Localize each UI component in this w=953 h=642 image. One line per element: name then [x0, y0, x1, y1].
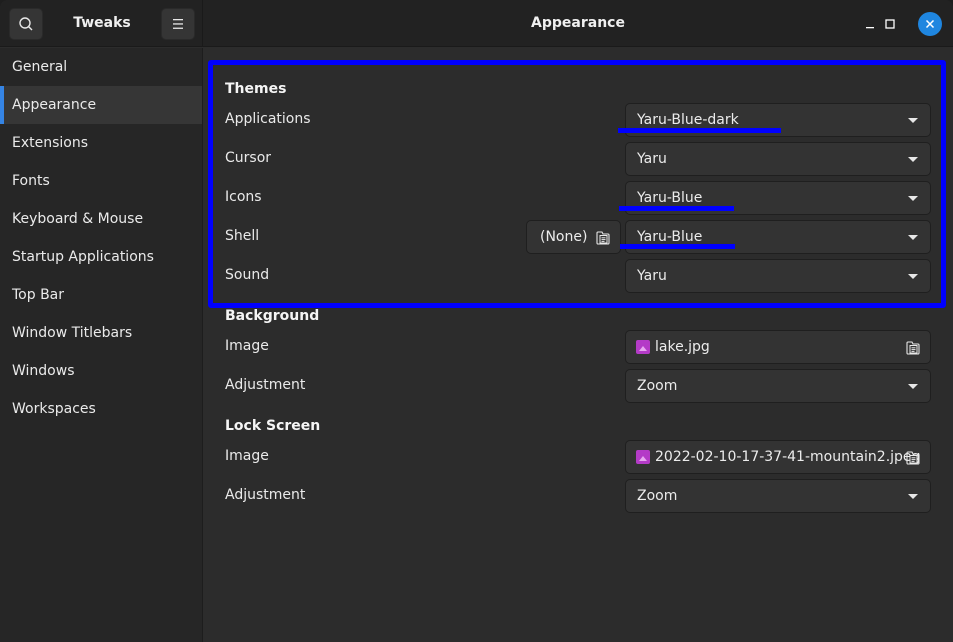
dropdown-value: Yaru-Blue-dark: [637, 112, 739, 128]
document-open-icon: [596, 231, 610, 245]
background-adjustment-dropdown[interactable]: Zoom: [625, 369, 931, 403]
sidebar-item-workspaces[interactable]: Workspaces: [0, 390, 202, 428]
dropdown-arrow-icon: [908, 157, 918, 162]
maximize-icon: [885, 19, 895, 29]
sidebar-item-label: Startup Applications: [12, 249, 154, 265]
applications-label: Applications: [225, 111, 311, 127]
image-file-icon: [636, 340, 650, 354]
sidebar-item-top-bar[interactable]: Top Bar: [0, 276, 202, 314]
sidebar-item-label: Extensions: [12, 135, 89, 151]
sound-theme-dropdown[interactable]: Yaru: [625, 259, 931, 293]
sidebar-item-label: Fonts: [12, 173, 50, 189]
dropdown-arrow-icon: [908, 384, 918, 389]
sidebar-item-label: Windows: [12, 363, 75, 379]
search-button[interactable]: [9, 8, 43, 40]
sidebar-item-label: Appearance: [12, 97, 97, 113]
applications-underline-annotation: [618, 128, 781, 133]
sidebar-item-startup-applications[interactable]: Startup Applications: [0, 238, 202, 276]
dropdown-arrow-icon: [908, 235, 918, 240]
lock-screen-image-label: Image: [225, 448, 269, 464]
dropdown-arrow-icon: [908, 196, 918, 201]
file-name: lake.jpg: [655, 339, 710, 355]
dropdown-arrow-icon: [908, 274, 918, 279]
sidebar-item-extensions[interactable]: Extensions: [0, 124, 202, 162]
app-title: Tweaks: [73, 15, 131, 31]
dropdown-arrow-icon: [908, 494, 918, 499]
sidebar-item-label: Keyboard & Mouse: [12, 211, 144, 227]
document-open-icon: [906, 341, 920, 355]
icons-underline-annotation: [619, 206, 734, 211]
lock-screen-adjustment-label: Adjustment: [225, 487, 306, 503]
file-chooser-value: (None): [540, 229, 588, 245]
page-title: Appearance: [531, 15, 625, 31]
image-file-icon: [636, 450, 650, 464]
shell-underline-annotation: [620, 244, 735, 249]
dropdown-value: Zoom: [637, 378, 678, 394]
sidebar-item-label: Window Titlebars: [12, 325, 133, 341]
lock-screen-adjustment-dropdown[interactable]: Zoom: [625, 479, 931, 513]
shell-label: Shell: [225, 228, 260, 244]
dropdown-value: Yaru: [637, 268, 667, 284]
shell-file-chooser-button[interactable]: (None): [526, 220, 621, 254]
sidebar-item-label: Workspaces: [12, 401, 96, 417]
section-title-lock-screen: Lock Screen: [225, 418, 321, 434]
sidebar-item-label: Top Bar: [12, 287, 65, 303]
sidebar-item-label: General: [12, 59, 68, 75]
sidebar-item-windows[interactable]: Windows: [0, 352, 202, 390]
header-bar: Tweaks Appearance: [0, 0, 953, 47]
sidebar-item-appearance[interactable]: Appearance: [0, 86, 202, 124]
tweaks-window: Tweaks Appearance General Appearance Ext…: [0, 0, 953, 642]
sidebar-header: Tweaks: [0, 0, 203, 47]
search-icon: [19, 17, 33, 31]
section-title-background: Background: [225, 308, 320, 324]
dropdown-value: Yaru-Blue: [637, 190, 703, 206]
appearance-panel: Themes Applications Yaru-Blue-dark Curso…: [204, 48, 953, 642]
sidebar-item-keyboard-mouse[interactable]: Keyboard & Mouse: [0, 200, 202, 238]
main-menu-button[interactable]: [161, 8, 195, 40]
minimize-icon: [866, 27, 874, 29]
dropdown-value: Yaru-Blue: [637, 229, 703, 245]
close-button[interactable]: [918, 12, 942, 36]
cursor-label: Cursor: [225, 150, 272, 166]
icons-label: Icons: [225, 189, 262, 205]
sidebar-item-fonts[interactable]: Fonts: [0, 162, 202, 200]
background-adjustment-label: Adjustment: [225, 377, 306, 393]
maximize-button[interactable]: [878, 12, 902, 36]
file-name: 2022-02-10-17-37-41-mountain2.jpeg: [655, 449, 921, 465]
dropdown-value: Zoom: [637, 488, 678, 504]
sidebar-item-general[interactable]: General: [0, 48, 202, 86]
sound-label: Sound: [225, 267, 270, 283]
cursor-theme-dropdown[interactable]: Yaru: [625, 142, 931, 176]
sidebar-item-window-titlebars[interactable]: Window Titlebars: [0, 314, 202, 352]
close-icon: [925, 19, 935, 29]
hamburger-menu-icon: [173, 19, 183, 29]
lock-screen-image-chooser[interactable]: 2022-02-10-17-37-41-mountain2.jpeg: [625, 440, 931, 474]
background-image-label: Image: [225, 338, 269, 354]
document-open-icon: [906, 451, 920, 465]
dropdown-value: Yaru: [637, 151, 667, 167]
sidebar: General Appearance Extensions Fonts Keyb…: [0, 48, 203, 642]
dropdown-arrow-icon: [908, 118, 918, 123]
section-title-themes: Themes: [225, 81, 287, 97]
background-image-chooser[interactable]: lake.jpg: [625, 330, 931, 364]
